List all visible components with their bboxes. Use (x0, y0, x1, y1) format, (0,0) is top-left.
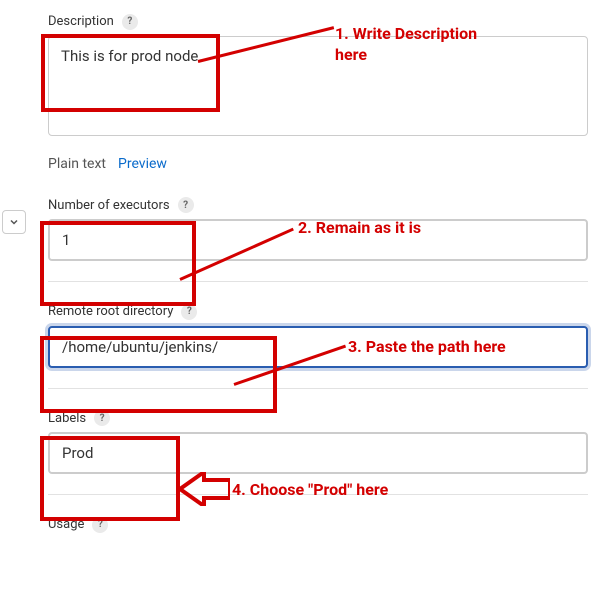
tab-plain-text[interactable]: Plain text (48, 156, 106, 172)
description-field: Description ? This is for prod node. (48, 10, 602, 136)
description-tabs: Plain text Preview (48, 156, 602, 172)
usage-label-row: Usage ? (48, 517, 108, 533)
tab-preview[interactable]: Preview (118, 156, 167, 172)
description-value: This is for prod node. (61, 47, 575, 65)
help-icon[interactable]: ? (94, 410, 110, 426)
labels-field: Labels ? Prod (48, 407, 602, 475)
divider (48, 281, 588, 282)
usage-field: Usage ? (48, 513, 602, 539)
form-content: Description ? This is for prod node. Pla… (0, 0, 602, 539)
labels-label: Labels (48, 411, 86, 426)
help-icon[interactable]: ? (181, 304, 197, 320)
executors-label-row: Number of executors ? (48, 197, 194, 213)
help-icon[interactable]: ? (178, 197, 194, 213)
labels-label-row: Labels ? (48, 410, 110, 426)
usage-label: Usage (48, 517, 84, 532)
divider (48, 494, 588, 495)
remote-root-field: Remote root directory ? /home/ubuntu/jen… (48, 300, 602, 368)
executors-label: Number of executors (48, 198, 170, 213)
divider (48, 388, 588, 389)
help-icon[interactable]: ? (122, 14, 138, 30)
description-textarea[interactable]: This is for prod node. (48, 36, 588, 136)
executors-value: 1 (62, 231, 70, 249)
remote-root-value: /home/ubuntu/jenkins/ (62, 338, 218, 356)
remote-root-label-row: Remote root directory ? (48, 304, 197, 320)
executors-field: Number of executors ? 1 (48, 194, 602, 262)
labels-input[interactable]: Prod (48, 432, 588, 474)
help-icon[interactable]: ? (92, 517, 108, 533)
executors-input[interactable]: 1 (48, 219, 588, 261)
description-label: Description (48, 14, 114, 29)
labels-value: Prod (62, 444, 93, 462)
description-label-row: Description ? (48, 14, 138, 30)
remote-root-input[interactable]: /home/ubuntu/jenkins/ (48, 326, 588, 368)
remote-root-label: Remote root directory (48, 304, 173, 319)
